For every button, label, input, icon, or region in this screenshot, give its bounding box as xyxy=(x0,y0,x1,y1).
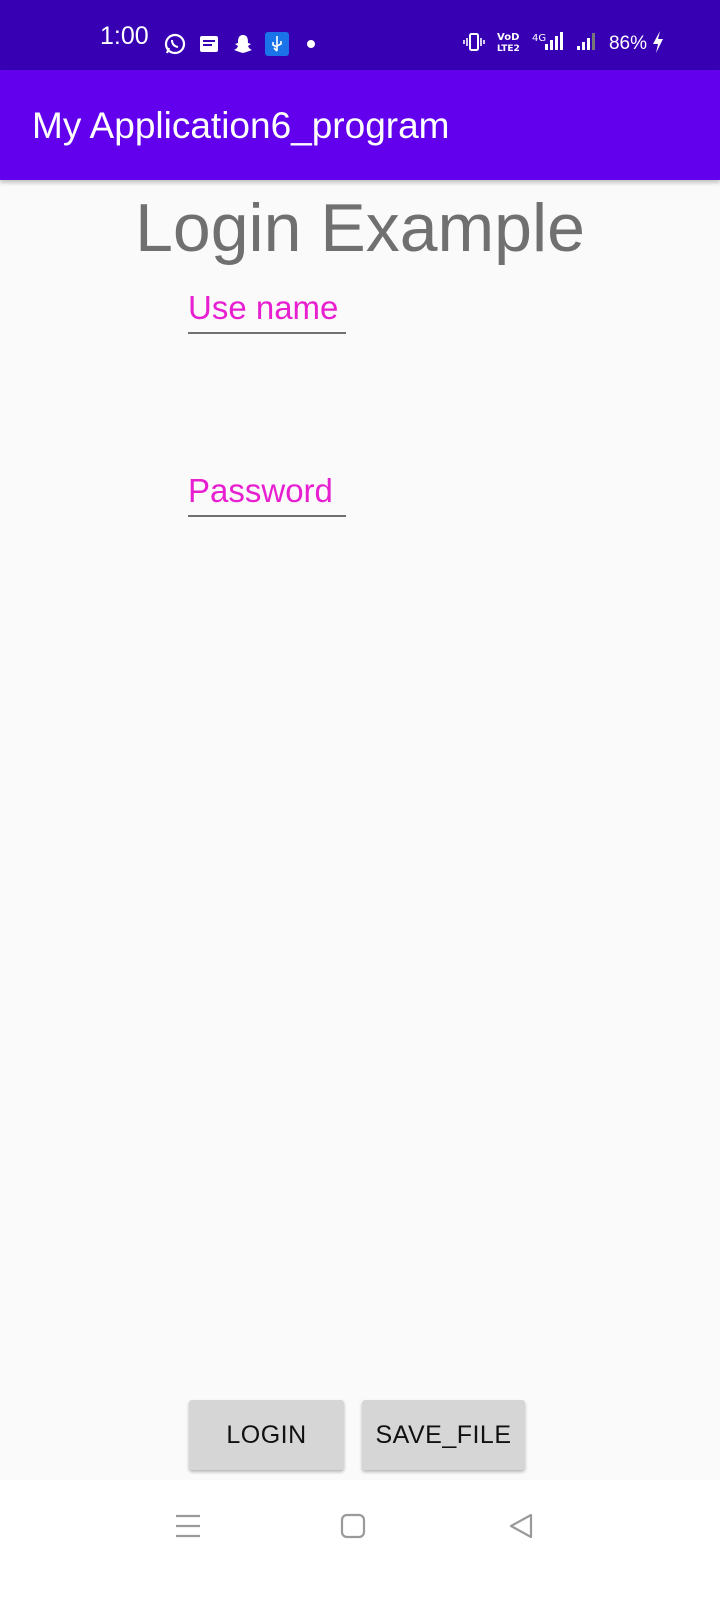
dot-icon xyxy=(299,32,323,56)
status-time: 1:00 xyxy=(100,22,149,50)
navigation-bar xyxy=(0,1480,720,1600)
vibrate-icon xyxy=(463,31,485,58)
back-icon[interactable] xyxy=(503,1508,539,1544)
app-bar: My Application6_program xyxy=(0,70,720,180)
menu-icon[interactable] xyxy=(170,1508,206,1544)
signal-icon xyxy=(575,30,599,59)
whatsapp-icon xyxy=(163,32,187,56)
notification-icons xyxy=(163,30,323,58)
usb-icon xyxy=(265,32,289,56)
page-title: Login Example xyxy=(135,190,585,266)
4g-signal-icon: 4G xyxy=(531,30,565,59)
status-bar: 1:00 VoD LTE2 4G 86% xyxy=(0,0,720,70)
svg-text:4G: 4G xyxy=(532,33,546,44)
snapchat-icon xyxy=(231,32,255,56)
login-screen: Login Example Use name Password LOGIN SA… xyxy=(0,180,720,1480)
app-title: My Application6_program xyxy=(32,105,450,146)
volte-icon: VoD LTE2 xyxy=(495,30,521,59)
message-icon xyxy=(197,32,221,56)
home-icon[interactable] xyxy=(335,1508,371,1544)
svg-text:VoD: VoD xyxy=(497,32,519,43)
save-file-button[interactable]: SAVE_FILE xyxy=(362,1400,525,1470)
system-icons: VoD LTE2 4G 86% xyxy=(463,30,665,58)
login-button[interactable]: LOGIN xyxy=(189,1400,344,1470)
password-input[interactable]: Password xyxy=(188,471,346,517)
charging-icon xyxy=(651,30,665,59)
battery-percentage: 86% xyxy=(608,33,647,54)
username-input[interactable]: Use name xyxy=(188,288,346,334)
svg-text:LTE2: LTE2 xyxy=(497,44,520,54)
